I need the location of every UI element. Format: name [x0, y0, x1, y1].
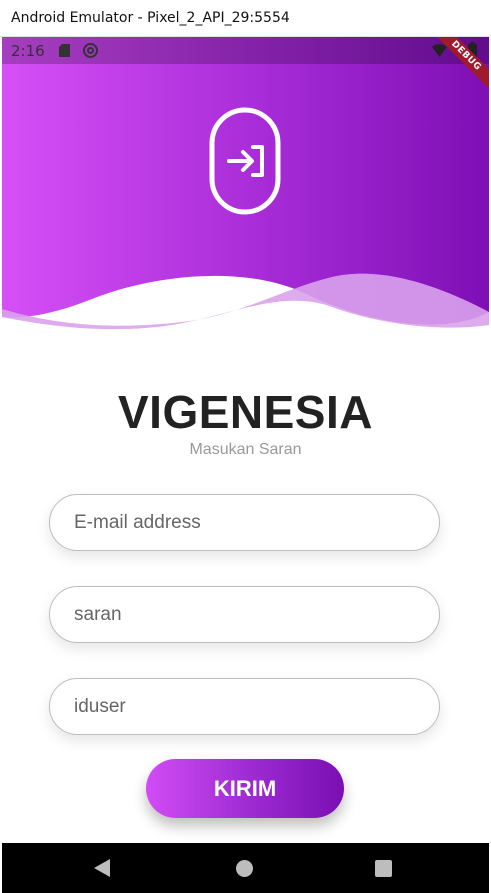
- email-field[interactable]: [49, 494, 440, 551]
- app-title: VIGENESIA: [117, 386, 373, 438]
- saran-field[interactable]: [49, 586, 440, 643]
- navigation-bar: [2, 843, 489, 893]
- emulator-window: Android Emulator - Pixel_2_API_29:5554 2…: [0, 0, 491, 893]
- email-input[interactable]: [50, 495, 439, 550]
- kirim-button[interactable]: KIRIM: [146, 759, 344, 818]
- window-title-bar: Android Emulator - Pixel_2_API_29:5554: [0, 0, 491, 37]
- recents-icon[interactable]: [375, 860, 392, 877]
- debug-banner: DEBUG: [419, 37, 489, 107]
- status-time: 2:16: [11, 42, 45, 60]
- login-icon: [209, 107, 281, 215]
- iduser-input[interactable]: [50, 679, 439, 734]
- phone-screen: 2:16 DEBUG VIGENESIA Masukan Saran E-mai…: [2, 37, 489, 893]
- sync-icon: [83, 43, 98, 58]
- debug-banner-label: DEBUG: [429, 37, 489, 93]
- saran-input[interactable]: [50, 587, 439, 642]
- sd-card-icon: [59, 44, 70, 57]
- status-bar: 2:16: [2, 37, 489, 64]
- window-title: Android Emulator - Pixel_2_API_29:5554: [11, 10, 290, 26]
- back-icon[interactable]: [93, 859, 111, 877]
- iduser-field[interactable]: [49, 678, 440, 735]
- home-icon[interactable]: [236, 860, 253, 877]
- app-subtitle: Masukan Saran: [189, 441, 302, 458]
